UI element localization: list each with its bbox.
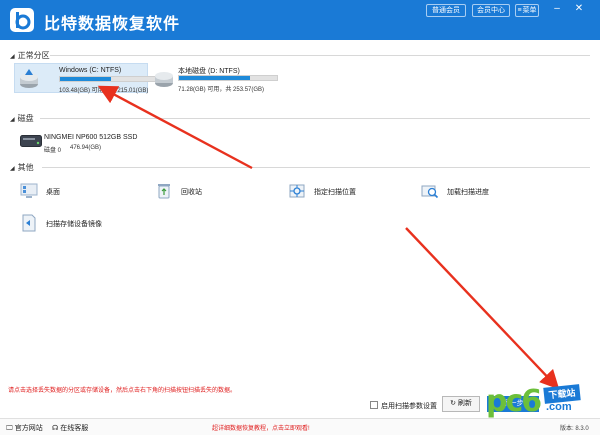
headset-icon: ☊	[52, 425, 59, 432]
annotation-arrow-partition	[97, 85, 253, 170]
official-website-link[interactable]: 🖵 官方网站	[6, 423, 43, 433]
version-label: 版本: 8.3.0	[560, 426, 589, 432]
tutorial-link[interactable]: 超详细数据恢复教程，点击立即观看!	[212, 423, 310, 432]
official-website-label: 官方网站	[14, 425, 43, 432]
monitor-icon: 🖵	[6, 425, 13, 432]
scan-params-label: 启用扫描参数设置	[381, 403, 437, 410]
watermark-text: pc6	[486, 384, 542, 419]
watermark-suffix: .com	[546, 401, 572, 413]
hint-text: 请点击选择丢失数据的分区或存储设备，然后点击右下角的扫描按钮扫描丢失的数据。	[8, 388, 237, 394]
annotation-arrow-next	[405, 227, 560, 390]
refresh-button[interactable]: ↻ 刷新	[442, 396, 480, 412]
online-service-label: 在线客服	[60, 425, 89, 432]
refresh-label: 刷新	[457, 400, 472, 407]
refresh-icon: ↻	[450, 400, 456, 407]
status-bar: 🖵 官方网站 ☊ 在线客服 超详细数据恢复教程，点击立即观看! 版本: 8.3.0	[0, 418, 600, 435]
scan-params-checkbox[interactable]	[370, 401, 378, 409]
pc6-watermark-logo: pc6 下载站 .com	[486, 384, 598, 419]
annotation-arrows	[97, 85, 560, 390]
online-service-link[interactable]: ☊ 在线客服	[52, 423, 88, 433]
